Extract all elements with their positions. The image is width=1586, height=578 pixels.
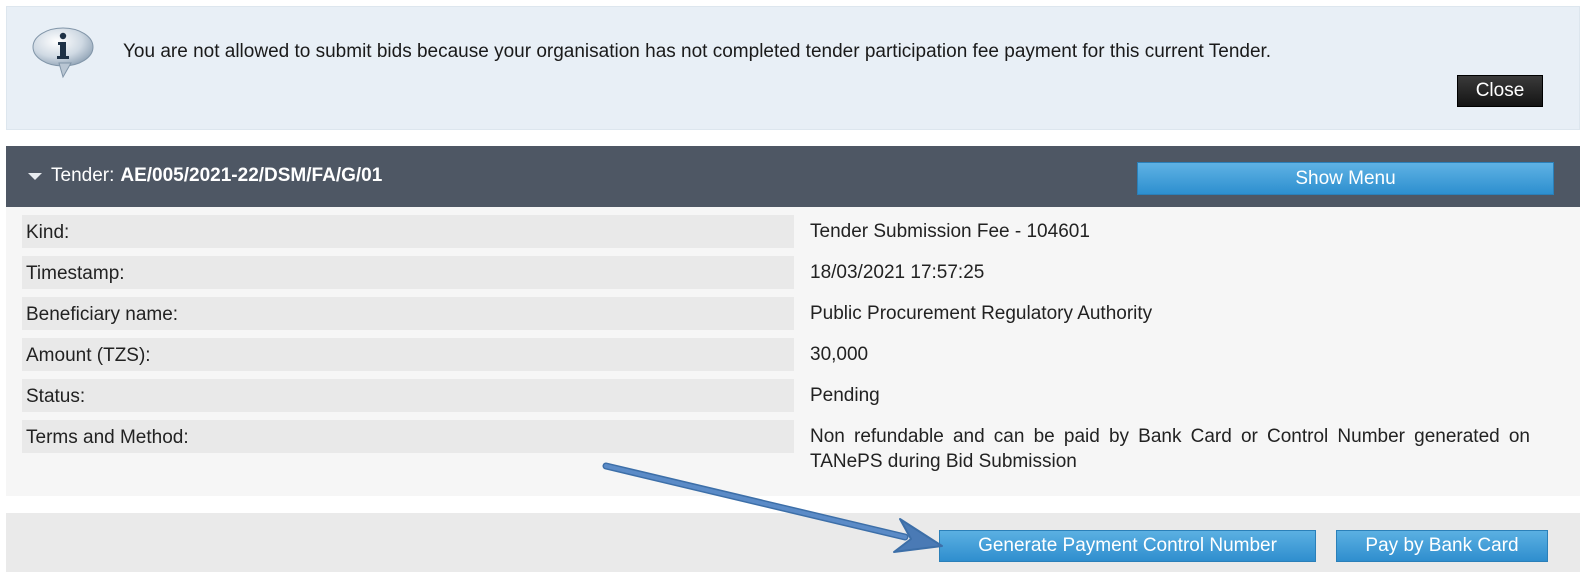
tender-prefix: Tender: xyxy=(51,165,115,186)
detail-label: Amount (TZS): xyxy=(22,338,794,371)
detail-value: 18/03/2021 17:57:25 xyxy=(810,262,985,283)
payment-notice: You are not allowed to submit bids becau… xyxy=(6,6,1580,130)
show-menu-button[interactable]: Show Menu xyxy=(1137,162,1554,195)
detail-value: Pending xyxy=(810,385,880,406)
detail-label: Terms and Method: xyxy=(22,420,794,453)
tender-title[interactable]: Tender: AE/005/2021-22/DSM/FA/G/01 xyxy=(28,165,382,187)
action-bar: Generate Payment Control Number Pay by B… xyxy=(6,513,1580,572)
pay-by-bank-card-button[interactable]: Pay by Bank Card xyxy=(1336,530,1548,562)
tender-header: Tender: AE/005/2021-22/DSM/FA/G/01 Show … xyxy=(6,146,1580,207)
detail-label: Status: xyxy=(22,379,794,412)
chevron-down-icon xyxy=(28,172,42,180)
close-button[interactable]: Close xyxy=(1457,75,1543,107)
detail-label: Beneficiary name: xyxy=(22,297,794,330)
notice-message: You are not allowed to submit bids becau… xyxy=(123,41,1272,62)
generate-control-number-button[interactable]: Generate Payment Control Number xyxy=(939,530,1316,562)
info-icon xyxy=(29,25,95,79)
detail-value: 30,000 xyxy=(810,344,869,365)
detail-value: Public Procurement Regulatory Authority xyxy=(810,303,1153,324)
detail-value: Tender Submission Fee - 104601 xyxy=(810,221,1090,242)
detail-label: Timestamp: xyxy=(22,256,794,289)
detail-value: Non refundable and can be paid by Bank C… xyxy=(810,426,1530,472)
detail-label: Kind: xyxy=(22,215,794,248)
tender-code: AE/005/2021-22/DSM/FA/G/01 xyxy=(120,165,383,186)
payment-details: Kind: Tender Submission Fee - 104601 Tim… xyxy=(6,207,1580,496)
